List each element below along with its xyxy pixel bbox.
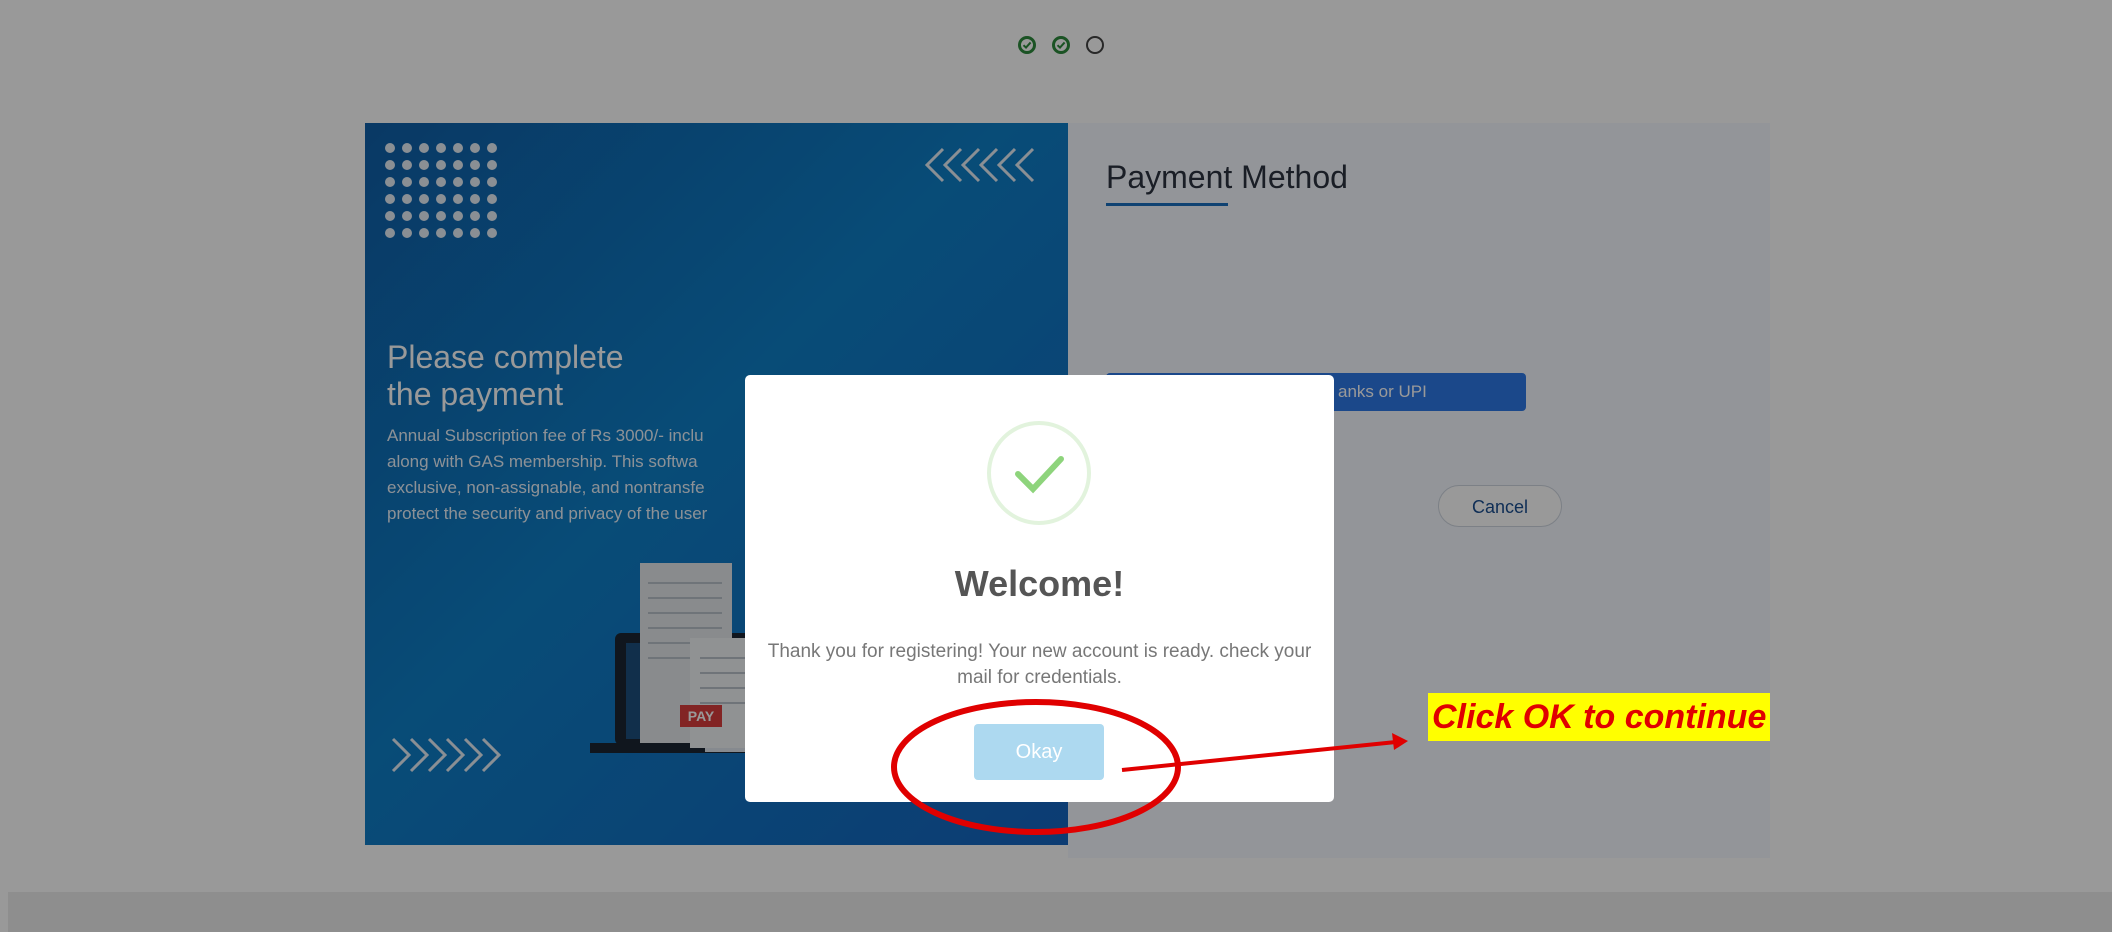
- success-check-icon: [987, 421, 1091, 525]
- dialog-title: Welcome!: [954, 563, 1125, 604]
- welcome-dialog: Welcome! Thank you for registering! Your…: [745, 375, 1334, 802]
- dialog-message: Thank you for registering! Your new acco…: [767, 641, 1312, 688]
- okay-button[interactable]: Okay: [974, 724, 1104, 780]
- annotation-label: Click OK to continue: [1428, 693, 1771, 741]
